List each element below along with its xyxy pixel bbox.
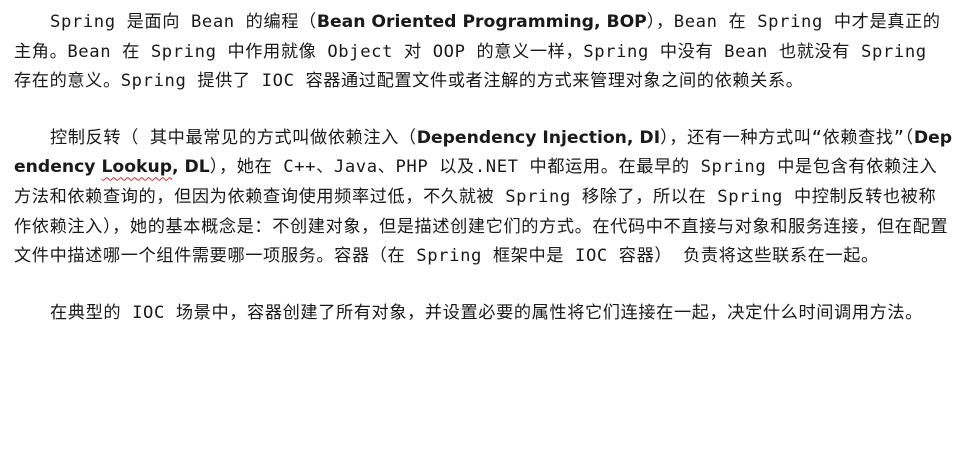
bold-term: Dependency Injection, DI [416, 127, 661, 148]
bold-term: Bean Oriented Programming, BOP [316, 12, 647, 32]
paragraph-bean-oriented-programming: Spring 是面向 Bean 的编程（Bean Oriented Progra… [14, 8, 954, 97]
text-run: 在典型的 IOC 场景中，容器创建了所有对象，并设置必要的属性将它们连接在一起，… [50, 302, 923, 323]
text-run: 控制反转（ 其中最常见的方式叫做依赖注入（ [50, 127, 417, 148]
document-body: Spring 是面向 Bean 的编程（Bean Oriented Progra… [14, 8, 954, 328]
paragraph-typical-ioc-scenario: 在典型的 IOC 场景中，容器创建了所有对象，并设置必要的属性将它们连接在一起，… [14, 299, 954, 329]
bold-term: Lookup [101, 157, 173, 178]
bold-term: , DL [172, 157, 210, 178]
text-run: ），还有一种方式叫“依赖查找”（ [660, 127, 914, 148]
text-run: Spring 是面向 Bean 的编程（ [50, 12, 317, 32]
paragraph-inversion-of-control: 控制反转（ 其中最常见的方式叫做依赖注入（Dependency Injectio… [14, 124, 954, 272]
